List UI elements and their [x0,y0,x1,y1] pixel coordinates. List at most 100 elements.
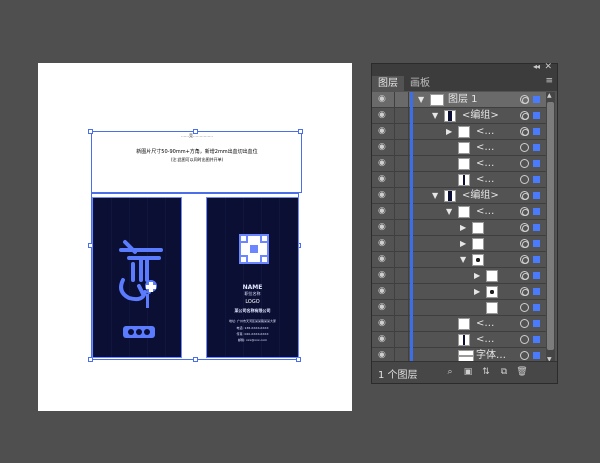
resize-handle-bc[interactable] [193,357,198,362]
scroll-up-icon[interactable]: ▲ [547,92,552,99]
target-circle-icon[interactable] [520,159,529,168]
lock-column[interactable] [394,284,395,300]
target-circle-icon[interactable] [520,351,529,360]
target-circle-icon[interactable] [520,95,529,104]
layer-name[interactable]: <… [476,158,494,170]
sublayer-row[interactable]: ◉ <… [372,172,547,188]
target-circle-icon[interactable] [520,271,529,280]
spec-text-block[interactable]: ……竞…………… 新图片尺寸50-90mm+方角，新增2mm出血切出血位 (注:… [92,132,302,192]
collapse-arrow-icon[interactable]: ▼ [418,95,426,105]
selection-indicator-icon[interactable] [533,144,540,151]
selection-indicator-icon[interactable] [533,272,540,279]
resize-handle-tr[interactable] [298,129,303,134]
selection-indicator-icon[interactable] [533,192,540,199]
business-card-back[interactable]: NAME 职位名称 LOGO 某公司名称有限公司 地址: 广州市天河区某某路某某… [206,197,299,358]
selection-indicator-icon[interactable] [533,160,540,167]
layer-name[interactable]: <… [476,174,494,186]
sublayer-row[interactable]: ◉ <… [372,316,547,332]
expand-arrow-icon[interactable]: ▶ [446,127,454,137]
collapse-arrow-icon[interactable]: ▼ [432,191,440,201]
layer-row[interactable]: ◉ ▼ 图层 1 [372,92,547,108]
collapse-panel-icon[interactable]: ◂◂ [533,62,540,71]
visibility-eye-icon[interactable]: ◉ [378,287,389,296]
target-circle-icon[interactable] [520,319,529,328]
tab-layers[interactable]: 图层 [372,76,404,91]
lock-column[interactable] [394,236,395,252]
target-circle-icon[interactable] [520,239,529,248]
visibility-eye-icon[interactable]: ◉ [378,335,389,344]
sublayer-row[interactable]: ◉ ▼ <编组> [372,188,547,204]
layer-name[interactable]: <… [476,334,494,346]
layer-name[interactable]: <… [476,142,494,154]
target-circle-icon[interactable] [520,287,529,296]
layer-name[interactable]: <… [476,126,494,138]
visibility-eye-icon[interactable]: ◉ [378,255,389,264]
sublayer-row[interactable]: ◉ ▼ [372,252,547,268]
selection-indicator-icon[interactable] [533,240,540,247]
lock-column[interactable] [394,156,395,172]
sublayer-row[interactable]: ◉ ▼ <… [372,204,547,220]
visibility-eye-icon[interactable]: ◉ [378,223,389,232]
target-circle-icon[interactable] [520,255,529,264]
lock-column[interactable] [394,252,395,268]
expand-arrow-icon[interactable]: ▶ [460,223,468,233]
expand-arrow-icon[interactable]: ▶ [460,239,468,249]
visibility-eye-icon[interactable]: ◉ [378,271,389,280]
create-new-layer-icon[interactable]: ⧉ [498,366,510,378]
sublayer-row[interactable]: ◉ [372,300,547,316]
sublayer-row[interactable]: ◉ ▶ [372,268,547,284]
visibility-eye-icon[interactable]: ◉ [378,191,389,200]
selection-indicator-icon[interactable] [533,96,540,103]
resize-handle-tc[interactable] [193,129,198,134]
visibility-eye-icon[interactable]: ◉ [378,319,389,328]
target-circle-icon[interactable] [520,127,529,136]
target-circle-icon[interactable] [520,335,529,344]
visibility-eye-icon[interactable]: ◉ [378,111,389,120]
selection-indicator-icon[interactable] [533,304,540,311]
selection-indicator-icon[interactable] [533,224,540,231]
sublayer-row[interactable]: ◉ <… [372,332,547,348]
lock-column[interactable] [394,316,395,332]
lock-column[interactable] [394,204,395,220]
target-circle-icon[interactable] [520,303,529,312]
business-card-front[interactable] [92,197,182,358]
selection-indicator-icon[interactable] [533,256,540,263]
close-panel-icon[interactable]: ✕ [544,62,552,72]
expand-arrow-icon[interactable]: ▶ [474,287,482,297]
sublayer-row[interactable]: ◉ <… [372,156,547,172]
visibility-eye-icon[interactable]: ◉ [378,175,389,184]
visibility-eye-icon[interactable]: ◉ [378,303,389,312]
collapse-arrow-icon[interactable]: ▼ [446,207,454,217]
target-circle-icon[interactable] [520,143,529,152]
make-clipping-mask-icon[interactable]: ▣ [462,366,474,378]
lock-column[interactable] [394,300,395,316]
selection-indicator-icon[interactable] [533,320,540,327]
selection-indicator-icon[interactable] [533,128,540,135]
sublayer-row[interactable]: ◉ ▶ [372,220,547,236]
locate-object-icon[interactable]: ⌕ [444,366,456,378]
visibility-eye-icon[interactable]: ◉ [378,143,389,152]
visibility-eye-icon[interactable]: ◉ [378,207,389,216]
visibility-eye-icon[interactable]: ◉ [378,159,389,168]
visibility-eye-icon[interactable]: ◉ [378,127,389,136]
lock-column[interactable] [394,188,395,204]
layer-name[interactable]: <编组> [462,110,499,122]
collapse-arrow-icon[interactable]: ▼ [460,255,468,265]
resize-handle-tl[interactable] [88,129,93,134]
sublayer-row[interactable]: ◉ ▼ <编组> [372,108,547,124]
layer-list-scrollbar[interactable]: ▲ ▼ [546,92,555,363]
layer-name[interactable]: 图层 1 [448,94,478,106]
delete-layer-icon[interactable]: 🗑 [516,366,528,378]
target-circle-icon[interactable] [520,111,529,120]
create-sublayer-icon[interactable]: ⇅ [480,366,492,378]
selection-indicator-icon[interactable] [533,112,540,119]
lock-column[interactable] [394,108,395,124]
lock-column[interactable] [394,172,395,188]
visibility-eye-icon[interactable]: ◉ [378,239,389,248]
layer-name[interactable]: <… [476,206,494,218]
lock-column[interactable] [394,124,395,140]
collapse-arrow-icon[interactable]: ▼ [432,111,440,121]
sublayer-row[interactable]: ◉ <… [372,140,547,156]
lock-column[interactable] [394,332,395,348]
tab-artboards[interactable]: 画板 [404,76,436,91]
